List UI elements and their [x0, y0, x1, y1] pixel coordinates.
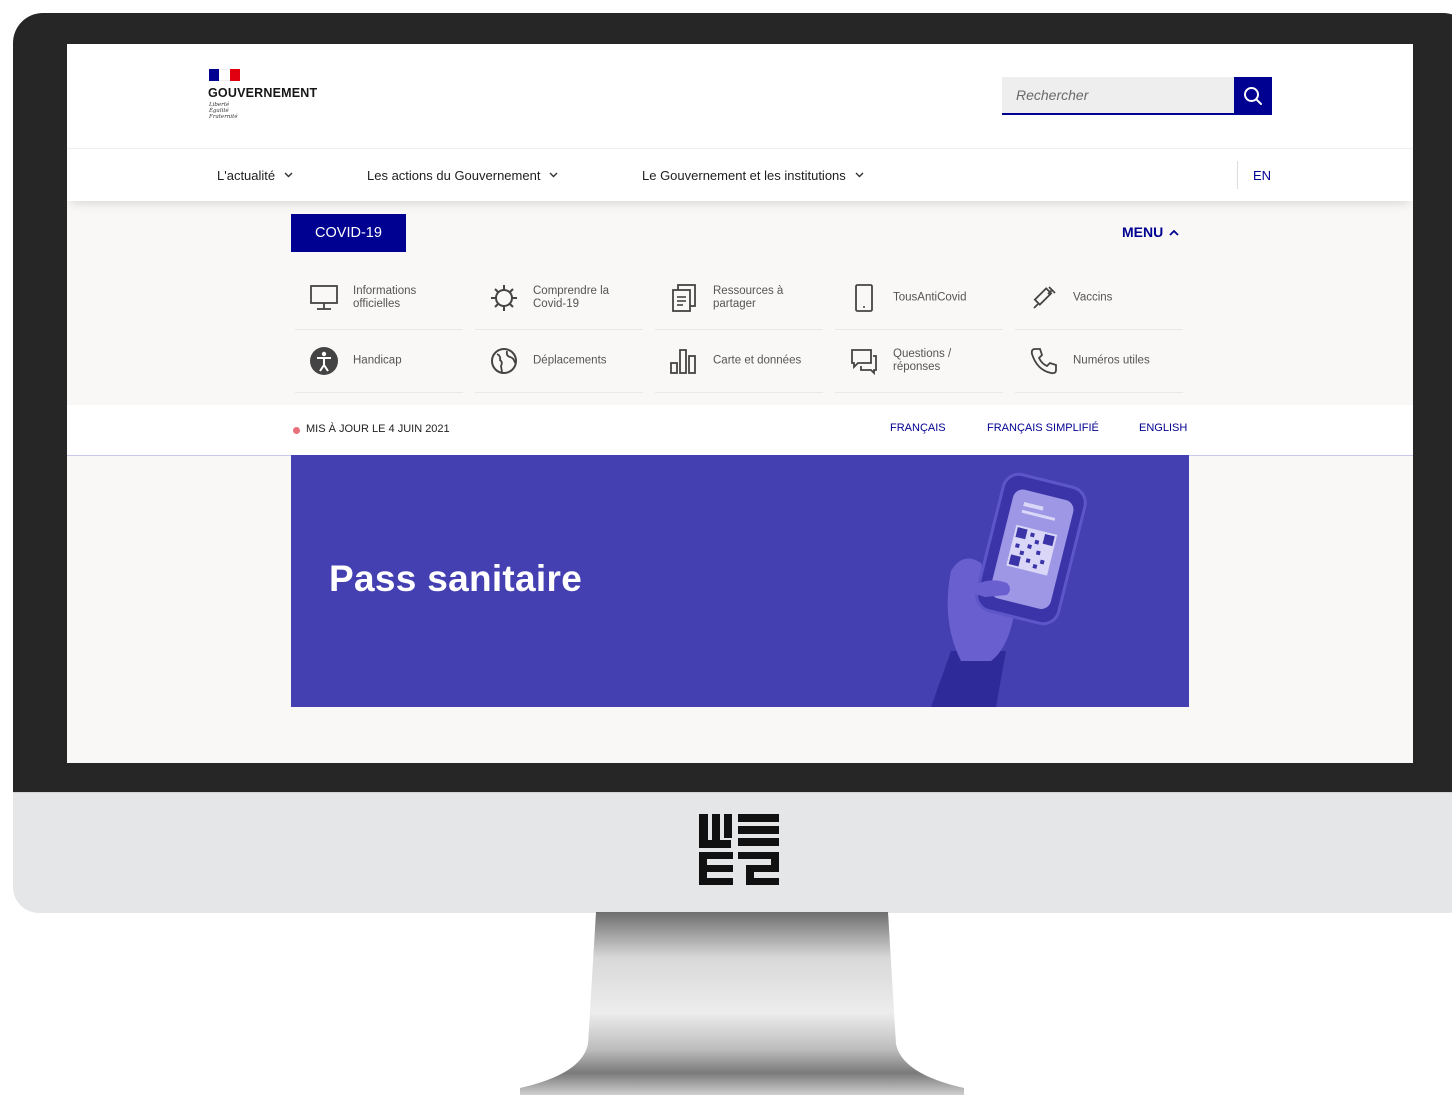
globe-icon [487, 344, 521, 378]
tile-label: Vaccins [1073, 291, 1113, 304]
french-flag-icon [209, 69, 240, 81]
nav-item-label: Le Gouvernement et les institutions [642, 167, 846, 183]
search-bar [1002, 77, 1272, 115]
nav-item-label: Les actions du Gouvernement [367, 167, 541, 183]
site-header: GOUVERNEMENT Liberté Égalité Fraternité [67, 44, 1413, 148]
tile-questions-reponses[interactable]: Questions / réponses [835, 330, 1003, 393]
menu-toggle-label: MENU [1122, 224, 1164, 240]
language-francais[interactable]: FRANÇAIS [890, 422, 946, 434]
tile-deplacements[interactable]: Déplacements [475, 330, 643, 393]
update-status-dot [293, 427, 300, 434]
language-switch-en[interactable]: EN [1253, 149, 1271, 201]
smartphone-icon [847, 281, 881, 315]
chevron-up-icon [1169, 229, 1179, 236]
chat-icon [847, 344, 881, 378]
tile-comprendre-covid[interactable]: Comprendre la Covid-19 [475, 267, 643, 330]
tile-tousanticovid[interactable]: TousAntiCovid [835, 267, 1003, 330]
documents-icon [667, 281, 701, 315]
menu-toggle[interactable]: MENU [1122, 224, 1179, 240]
tile-label: Carte et données [713, 354, 802, 367]
search-input[interactable] [1002, 77, 1234, 115]
tile-label: Handicap [353, 354, 402, 367]
phone-icon [1027, 344, 1061, 378]
update-language-bar: MIS À JOUR LE 4 JUIN 2021 FRANÇAIS FRANÇ… [67, 405, 1413, 456]
nav-item-institutions[interactable]: Le Gouvernement et les institutions [642, 149, 864, 201]
covid-19-button[interactable]: COVID-19 [291, 214, 406, 252]
search-icon [1244, 87, 1262, 105]
tile-handicap[interactable]: Handicap [295, 330, 463, 393]
tile-label: Déplacements [533, 354, 607, 367]
site-logo-title[interactable]: GOUVERNEMENT [208, 86, 317, 100]
main-nav: L'actualité Les actions du Gouvernement … [67, 148, 1413, 201]
pass-sanitaire-banner[interactable]: Pass sanitaire [291, 455, 1189, 707]
syringe-icon [1027, 281, 1061, 315]
bar-chart-icon [667, 344, 701, 378]
browser-screen: GOUVERNEMENT Liberté Égalité Fraternité … [67, 44, 1413, 763]
tile-label: Comprendre la Covid-19 [533, 285, 610, 310]
tile-informations-officielles[interactable]: Informations officielles [295, 267, 463, 330]
tile-label: Questions / réponses [893, 348, 952, 373]
virus-icon [487, 281, 521, 315]
tile-label: Ressources à partager [713, 285, 784, 310]
tile-ressources[interactable]: Ressources à partager [655, 267, 823, 330]
tile-label: TousAntiCovid [893, 291, 967, 304]
nav-item-actions[interactable]: Les actions du Gouvernement [367, 149, 558, 201]
search-button[interactable] [1234, 77, 1272, 115]
banner-title: Pass sanitaire [329, 558, 583, 599]
tile-label: Numéros utiles [1073, 354, 1150, 367]
monitor-icon [307, 281, 341, 315]
nav-item-actualite[interactable]: L'actualité [217, 149, 293, 201]
nav-item-label: L'actualité [217, 167, 276, 183]
phone-qr-illustration [931, 472, 1087, 707]
monitor-stand [520, 912, 964, 1095]
tile-carte-donnees[interactable]: Carte et données [655, 330, 823, 393]
chevron-down-icon [284, 172, 293, 178]
nav-divider [1237, 161, 1238, 189]
language-english[interactable]: ENGLISH [1139, 422, 1187, 434]
chevron-down-icon [855, 172, 864, 178]
chevron-down-icon [549, 172, 558, 178]
tile-label: Informations officielles [353, 285, 417, 310]
brand-logo-icon [699, 814, 779, 885]
language-francais-simplifie[interactable]: FRANÇAIS SIMPLIFIÉ [987, 422, 1099, 434]
republic-motto: Liberté Égalité Fraternité [209, 102, 238, 120]
update-date: MIS À JOUR LE 4 JUIN 2021 [306, 423, 450, 435]
tile-numeros-utiles[interactable]: Numéros utiles [1015, 330, 1183, 393]
tile-vaccins[interactable]: Vaccins [1015, 267, 1183, 330]
accessibility-icon [307, 344, 341, 378]
